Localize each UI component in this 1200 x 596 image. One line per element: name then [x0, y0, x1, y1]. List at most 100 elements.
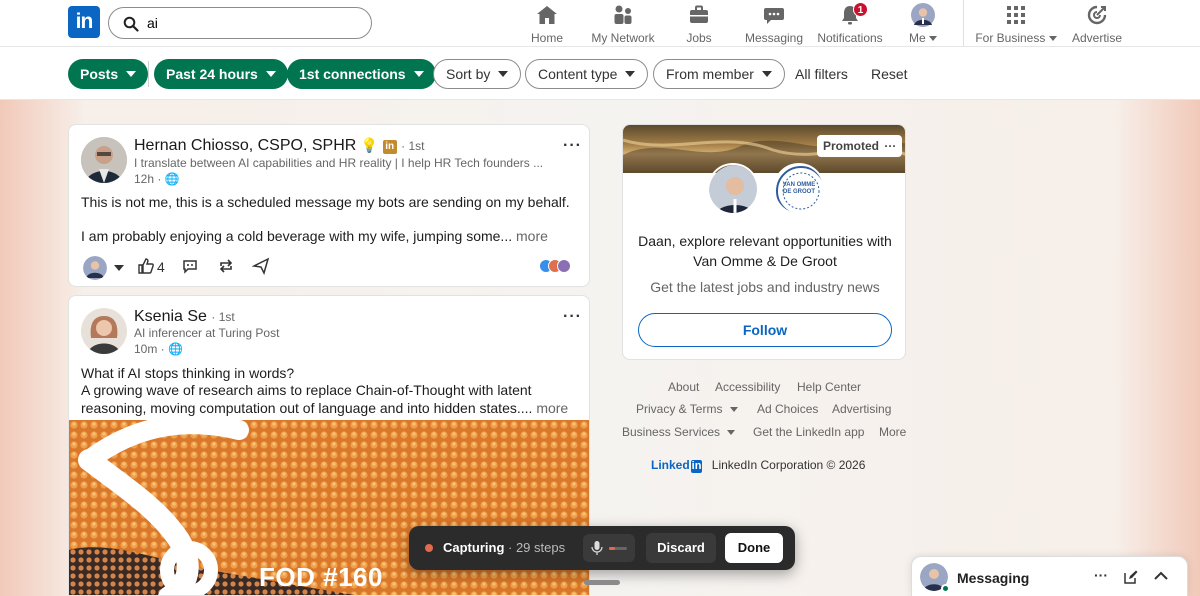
footer-app-link[interactable]: Get the LinkedIn app — [753, 425, 864, 439]
send-icon[interactable] — [252, 257, 270, 275]
filter-past-24-hours[interactable]: Past 24 hours — [154, 59, 288, 89]
nav-me[interactable]: Me — [905, 3, 941, 45]
ad-menu-icon[interactable]: ··· — [884, 139, 896, 153]
post-time: 10m · 🌐 — [134, 342, 183, 356]
author-avatar[interactable] — [81, 137, 127, 183]
reaction-icons[interactable] — [539, 259, 571, 278]
nav-home[interactable]: Home — [527, 3, 567, 45]
nav-home-label: Home — [530, 31, 563, 45]
image-caption: FOD #160 — [259, 562, 383, 592]
chevron-down-icon — [729, 407, 738, 412]
author-name[interactable]: Ksenia Se · 1st — [134, 308, 235, 326]
chevron-down-icon — [413, 71, 424, 77]
messaging-menu-icon[interactable]: ··· — [1094, 567, 1108, 583]
filter-posts[interactable]: Posts — [68, 59, 149, 89]
microphone-icon — [591, 541, 603, 555]
nav-for-business[interactable]: For Business — [974, 3, 1058, 45]
home-icon — [537, 6, 557, 24]
nav-me-label: Me — [905, 31, 941, 45]
lightbulb-icon: 💡 — [360, 137, 379, 153]
chat-icon — [764, 8, 784, 24]
company-logo-text: VAN OMME DE GROOT — [782, 182, 816, 195]
post-menu-button[interactable]: ··· — [563, 137, 582, 155]
connection-degree: 1st — [408, 139, 425, 153]
footer-adchoices-link[interactable]: Ad Choices — [757, 402, 818, 416]
briefcase-icon — [690, 5, 708, 23]
footer-help-link[interactable]: Help Center — [797, 380, 861, 394]
messaging-dock[interactable]: Messaging ··· — [911, 556, 1188, 596]
company-logo: VAN OMME DE GROOT — [773, 163, 825, 215]
footer-business-link[interactable]: Business Services — [622, 425, 736, 439]
all-filters-button[interactable]: All filters — [795, 59, 848, 89]
done-button[interactable]: Done — [725, 533, 783, 563]
see-more-link[interactable]: more — [536, 400, 568, 416]
network-icon — [614, 5, 632, 24]
microphone-button[interactable] — [583, 534, 635, 562]
nav-jobs-label: Jobs — [686, 31, 712, 45]
messaging-label: Messaging — [957, 570, 1030, 586]
footer-copyright: Linked in LinkedIn Corporation © 2026 — [651, 458, 866, 473]
see-more-link[interactable]: more — [516, 228, 548, 244]
online-status-icon — [941, 584, 950, 593]
reset-button[interactable]: Reset — [871, 59, 908, 89]
post-text-line2: I am probably enjoying a cold beverage w… — [81, 228, 548, 244]
search-filter-bar: Posts Past 24 hours 1st connections Sort… — [0, 47, 1200, 100]
globe-icon: 🌐 — [168, 342, 183, 356]
filter-1st-connections[interactable]: 1st connections — [287, 59, 436, 89]
comment-icon[interactable] — [181, 257, 199, 275]
promoted-label[interactable]: Promoted ··· — [817, 135, 903, 157]
recording-dot-icon — [425, 544, 433, 552]
filter-sort-by[interactable]: Sort by — [433, 59, 522, 89]
search-bar[interactable] — [108, 7, 372, 39]
filter-content-type[interactable]: Content type — [525, 59, 649, 89]
footer-about-link[interactable]: About — [668, 380, 699, 394]
nav-my-network[interactable]: My Network — [589, 3, 657, 45]
chevron-down-icon — [625, 71, 636, 77]
repost-icon[interactable] — [217, 257, 235, 275]
discard-button[interactable]: Discard — [646, 533, 716, 563]
linkedin-logo[interactable]: in — [68, 6, 100, 38]
footer-privacy-link[interactable]: Privacy & Terms — [636, 402, 738, 416]
drag-handle[interactable] — [584, 580, 620, 585]
chevron-down-icon — [929, 36, 937, 41]
author-avatar[interactable] — [81, 308, 127, 354]
promoted-ad-card: Promoted ··· VAN OMME DE GROOT Daan, expl… — [622, 124, 906, 360]
grid-icon — [1007, 6, 1025, 24]
like-count[interactable]: 4 — [157, 259, 165, 275]
nav-network-label: My Network — [591, 31, 655, 45]
nav-notifications[interactable]: 1 Notifications — [815, 2, 885, 45]
capture-toolbar: Capturing · 29 steps Discard Done — [409, 526, 795, 570]
footer-logo: Linked in — [651, 458, 703, 473]
reactor-avatar[interactable] — [83, 256, 107, 280]
nav-advertise-label: Advertise — [1071, 31, 1123, 45]
nav-jobs[interactable]: Jobs — [680, 3, 718, 45]
author-name[interactable]: Hernan Chiosso, CSPO, SPHR 💡 in · 1st — [134, 137, 424, 155]
like-icon[interactable] — [137, 257, 155, 275]
footer-more-link[interactable]: More — [879, 425, 906, 439]
chevron-up-icon[interactable] — [1154, 571, 1168, 581]
footer-advertising-link[interactable]: Advertising — [832, 402, 891, 416]
post-text-line1: What if AI stops thinking in words? — [81, 365, 295, 381]
search-input[interactable] — [147, 13, 357, 33]
follow-button[interactable]: Follow — [638, 313, 892, 347]
nav-advertise[interactable]: Advertise — [1070, 3, 1124, 45]
nav-messaging[interactable]: Messaging — [743, 3, 805, 45]
compose-icon[interactable] — [1124, 570, 1138, 584]
author-headline: I translate between AI capabilities and … — [134, 156, 544, 170]
notifications-badge: 1 — [853, 2, 868, 17]
post-time: 12h · 🌐 — [134, 172, 180, 186]
mic-level-icon — [609, 547, 627, 550]
ad-headline: Daan, explore relevant opportunities wit… — [638, 233, 892, 269]
post-menu-button[interactable]: ··· — [563, 308, 582, 326]
top-nav: in Home My Network Jobs Messaging 1 Noti… — [0, 0, 1200, 47]
member-avatar — [707, 163, 759, 215]
advertise-icon — [1087, 5, 1107, 25]
reactor-avatar-icon — [557, 259, 571, 273]
post-card: Hernan Chiosso, CSPO, SPHR 💡 in · 1st I … — [68, 124, 590, 287]
filter-separator — [148, 61, 149, 87]
filter-from-member[interactable]: From member — [653, 59, 785, 89]
chevron-down-icon — [265, 71, 276, 77]
footer-accessibility-link[interactable]: Accessibility — [715, 380, 780, 394]
chevron-down-icon[interactable] — [114, 265, 124, 271]
post-text-line2: A growing wave of research aims to repla… — [81, 382, 569, 416]
